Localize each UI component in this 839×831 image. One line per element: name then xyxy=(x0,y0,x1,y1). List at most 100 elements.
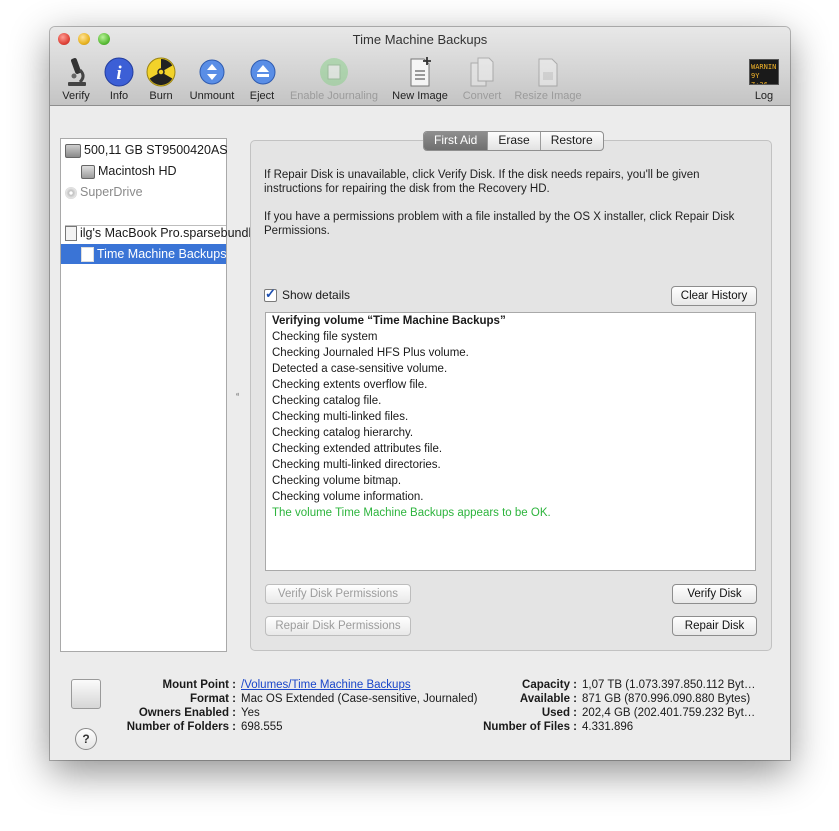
help-button[interactable]: ? xyxy=(75,728,97,750)
available-label: Available : xyxy=(519,693,577,705)
log-line: Checking extended attributes file. xyxy=(272,443,443,455)
sidebar-item-label: Macintosh HD xyxy=(98,164,177,178)
tab-restore[interactable]: Restore xyxy=(539,132,603,150)
log-line: Checking extents overflow file. xyxy=(272,379,428,391)
convert-label: Convert xyxy=(462,90,502,102)
svg-text:i: i xyxy=(116,63,122,84)
convert-toolbar-button[interactable]: Convert xyxy=(458,55,506,102)
log-icon-text-1: WARNIN xyxy=(751,63,777,71)
format-label: Format : xyxy=(190,693,236,705)
log-line: Checking Journaled HFS Plus volume. xyxy=(272,347,469,359)
log-label: Log xyxy=(754,90,774,102)
disk-sidebar: 500,11 GB ST9500420AS Macintosh HD Super… xyxy=(60,138,258,652)
log-line: Verifying volume “Time Machine Backups” xyxy=(272,315,506,327)
log-line: Checking catalog file. xyxy=(272,395,382,407)
owners-enabled-value: Yes xyxy=(241,707,260,719)
unmount-icon xyxy=(195,55,229,89)
microscope-icon xyxy=(59,55,93,89)
disk-image-icon xyxy=(65,226,77,242)
checkbox-icon xyxy=(264,286,277,302)
log-toolbar-button[interactable]: WARNIN 9Y 7:36 Log xyxy=(747,55,781,102)
format-value: Mac OS Extended (Case-sensitive, Journal… xyxy=(241,693,478,705)
radiation-icon xyxy=(144,55,178,89)
sidebar-item-label: Time Machine Backups xyxy=(97,247,226,261)
used-value: 202,4 GB (202.401.759.232 Byt… xyxy=(582,707,756,719)
mount-point-link[interactable]: /Volumes/Time Machine Backups xyxy=(241,679,411,691)
sidebar-item-macintosh-hd[interactable]: Macintosh HD xyxy=(81,161,177,181)
console-log-icon: WARNIN 9Y 7:36 xyxy=(747,55,781,89)
volume-icon xyxy=(81,164,95,179)
sidebar-item-sparsebundle[interactable]: ilg's MacBook Pro.sparsebundle xyxy=(65,223,258,243)
log-line: Checking file system xyxy=(272,331,378,343)
optical-drive-icon xyxy=(65,186,77,199)
hard-disk-icon xyxy=(65,143,81,158)
verify-disk-permissions-button[interactable]: Verify Disk Permissions xyxy=(265,584,411,604)
verification-log: Verifying volume “Time Machine Backups” … xyxy=(265,312,756,571)
log-line: Checking catalog hierarchy. xyxy=(272,427,414,439)
sidebar-item-disk[interactable]: 500,11 GB ST9500420AS xyxy=(65,140,228,160)
unmount-label: Unmount xyxy=(189,90,235,102)
burn-toolbar-button[interactable]: Burn xyxy=(144,55,178,102)
log-line: Detected a case-sensitive volume. xyxy=(272,363,448,375)
repair-disk-permissions-button[interactable]: Repair Disk Permissions xyxy=(265,616,411,636)
disk-utility-window: Time Machine Backups Verify i Info Burn … xyxy=(50,27,790,760)
mount-point-value: /Volumes/Time Machine Backups xyxy=(241,678,411,692)
tab-erase[interactable]: Erase xyxy=(487,132,539,150)
clear-history-button[interactable]: Clear History xyxy=(671,286,757,306)
show-details-checkbox[interactable]: Show details xyxy=(264,286,351,302)
show-details-label: Show details xyxy=(282,288,351,302)
eject-icon xyxy=(246,55,280,89)
burn-label: Burn xyxy=(149,90,173,102)
sidebar-item-label: SuperDrive xyxy=(80,185,143,199)
new-image-toolbar-button[interactable]: New Image xyxy=(390,55,450,102)
eject-toolbar-button[interactable]: Eject xyxy=(246,55,278,102)
verify-disk-button[interactable]: Verify Disk xyxy=(672,584,757,604)
enable-journaling-label: Enable Journaling xyxy=(289,90,379,102)
sidebar-item-label: 500,11 GB ST9500420AS xyxy=(84,143,228,157)
volume-icon xyxy=(71,679,101,709)
split-view-handle[interactable]: ⁌ xyxy=(235,390,240,401)
resize-image-icon xyxy=(531,55,565,89)
sidebar-item-time-machine-backups[interactable]: Time Machine Backups xyxy=(61,244,226,264)
used-label: Used : xyxy=(541,707,577,719)
enable-journaling-toolbar-button[interactable]: Enable Journaling xyxy=(286,55,382,102)
eject-label: Eject xyxy=(249,90,275,102)
number-of-files-label: Number of Files : xyxy=(483,721,577,733)
titlebar: Time Machine Backups Verify i Info Burn … xyxy=(50,27,790,106)
permissions-instructions: If you have a permissions problem with a… xyxy=(264,211,735,237)
volume-icon xyxy=(81,247,94,263)
resize-image-toolbar-button[interactable]: Resize Image xyxy=(512,55,584,102)
repair-disk-button[interactable]: Repair Disk xyxy=(672,616,757,636)
resize-image-label: Resize Image xyxy=(514,90,582,102)
log-line: Checking volume information. xyxy=(272,491,424,503)
convert-icon xyxy=(465,55,499,89)
log-line: Checking volume bitmap. xyxy=(272,475,402,487)
number-of-folders-value: 698.555 xyxy=(241,721,283,733)
tab-bar: First Aid Erase Restore xyxy=(423,131,604,151)
info-icon: i xyxy=(102,55,136,89)
log-line: Checking multi-linked directories. xyxy=(272,459,441,471)
unmount-toolbar-button[interactable]: Unmount xyxy=(186,55,238,102)
sidebar-item-label: ilg's MacBook Pro.sparsebundle xyxy=(80,226,259,240)
log-line: Checking multi-linked files. xyxy=(272,411,409,423)
mount-point-label: Mount Point : xyxy=(162,679,236,691)
verify-label: Verify xyxy=(62,90,90,102)
repair-disk-instructions: If Repair Disk is unavailable, click Ver… xyxy=(264,169,700,195)
capacity-label: Capacity : xyxy=(522,679,577,691)
journal-icon xyxy=(317,55,351,89)
new-image-icon xyxy=(403,55,437,89)
available-value: 871 GB (870.996.090.880 Bytes) xyxy=(582,693,751,705)
log-line-success: The volume Time Machine Backups appears … xyxy=(272,507,551,519)
verify-toolbar-button[interactable]: Verify xyxy=(58,55,94,102)
tab-first-aid[interactable]: First Aid xyxy=(424,132,488,150)
capacity-value: 1,07 TB (1.073.397.850.112 Byt… xyxy=(582,679,756,691)
owners-enabled-label: Owners Enabled : xyxy=(138,707,236,719)
number-of-files-value: 4.331.896 xyxy=(582,721,634,733)
info-toolbar-button[interactable]: i Info xyxy=(102,55,136,102)
window-title: Time Machine Backups xyxy=(352,32,488,47)
info-label: Info xyxy=(109,90,129,102)
new-image-label: New Image xyxy=(392,90,448,102)
sidebar-item-superdrive[interactable]: SuperDrive xyxy=(65,182,143,202)
log-icon-text-2: 9Y 7:36 xyxy=(751,72,768,85)
number-of-folders-label: Number of Folders : xyxy=(126,721,236,733)
